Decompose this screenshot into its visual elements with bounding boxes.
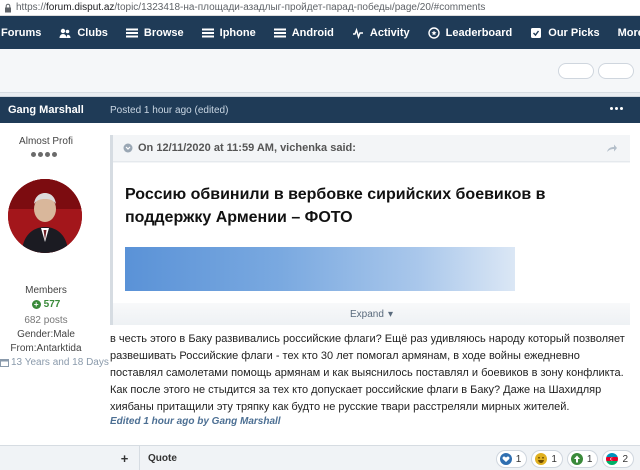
nav-android[interactable]: Android xyxy=(265,16,343,49)
iphone-icon xyxy=(201,27,214,39)
post-menu-icon[interactable] xyxy=(610,105,624,111)
gender-field: Gender:Male xyxy=(17,329,75,340)
location-field: From:Antarktida xyxy=(10,343,82,354)
nav-iphone[interactable]: Iphone xyxy=(193,16,265,49)
membership-duration: 13 Years and 18 Days xyxy=(0,357,109,368)
article-title[interactable]: Россию обвинили в вербовке сирийских бое… xyxy=(125,183,625,229)
post-footer: + Quote 1 1 1 2 xyxy=(0,445,640,470)
post-author-name[interactable]: Gang Marshall xyxy=(8,104,104,116)
reaction-flag[interactable]: 2 xyxy=(602,450,634,468)
reaction-thumbs-up[interactable]: 1 xyxy=(566,450,599,468)
member-group: Members xyxy=(25,285,67,296)
post-count: 682 posts xyxy=(24,315,68,326)
reaction-chip[interactable] xyxy=(558,63,594,79)
android-icon xyxy=(273,27,286,39)
nav-label: Browse xyxy=(143,26,184,39)
post-date[interactable]: Posted 1 hour ago (edited) xyxy=(110,105,228,116)
nav-leaderboard[interactable]: Leaderboard xyxy=(419,16,522,49)
reaction-count: 1 xyxy=(515,453,522,465)
leaderboard-icon xyxy=(427,26,440,39)
nav-label: Clubs xyxy=(77,26,108,39)
thumbs-up-icon xyxy=(570,453,583,465)
browser-url-bar[interactable]: https://forum.disput.az/topic/1323418-на… xyxy=(0,0,640,16)
calendar-icon xyxy=(0,358,9,367)
reputation-value: 577 xyxy=(43,299,61,310)
activity-icon xyxy=(352,27,364,39)
browse-icon xyxy=(125,27,138,39)
nav-label: Activity xyxy=(369,26,410,39)
nav-label: Our Picks xyxy=(548,26,600,39)
nav-forums[interactable]: Forums xyxy=(0,16,50,49)
main-nav: Forums Clubs Browse Iphone Android Activ… xyxy=(0,16,640,49)
quote-button[interactable]: Quote xyxy=(148,453,177,464)
rank-title: Almost Profi xyxy=(19,136,73,147)
edited-note: Edited 1 hour ago by Gang Marshall xyxy=(110,416,281,427)
picks-icon xyxy=(530,27,542,39)
reaction-count: 2 xyxy=(622,453,628,465)
previous-post-footer xyxy=(0,49,640,93)
forum-post: Gang Marshall Posted 1 hour ago (edited)… xyxy=(0,96,640,470)
days-label: 13 Years and 18 Days xyxy=(11,357,109,368)
quote-content: Россию обвинили в вербовке сирийских бое… xyxy=(113,163,630,325)
reputation-badge: + 577 xyxy=(0,299,92,310)
quote-header: On 12/11/2020 at 11:59 AM, vichenka said… xyxy=(113,135,630,162)
reaction-count: 1 xyxy=(586,453,593,465)
reaction-haha[interactable]: 1 xyxy=(531,450,563,468)
rank-pips xyxy=(31,152,57,157)
post-header: Gang Marshall Posted 1 hour ago (edited) xyxy=(0,97,640,123)
nav-label: Iphone xyxy=(219,26,256,39)
nav-our-picks[interactable]: Our Picks xyxy=(521,16,608,49)
nav-more[interactable]: More ▾ xyxy=(609,16,640,49)
expand-button[interactable]: Expand ▾ xyxy=(113,303,630,325)
nav-clubs[interactable]: Clubs xyxy=(50,16,117,49)
post-body: в честь этого в Баку развивались российс… xyxy=(110,333,625,413)
nav-label: Android xyxy=(291,26,334,39)
reaction-heart[interactable]: 1 xyxy=(495,450,528,468)
quote-citation: On 12/11/2020 at 11:59 AM, vichenka said… xyxy=(138,142,356,154)
article-image[interactable] xyxy=(125,247,515,291)
nav-label: Forums xyxy=(1,26,42,39)
plus-icon: + xyxy=(31,300,41,309)
lock-icon xyxy=(3,3,13,13)
nav-activity[interactable]: Activity xyxy=(343,16,419,49)
url-text: https://forum.disput.az/topic/1323418-на… xyxy=(16,2,486,13)
nav-label: More xyxy=(617,26,640,39)
avatar[interactable] xyxy=(8,179,82,253)
reactions-bar: 1 1 1 2 xyxy=(495,450,634,468)
previous-post-reactions xyxy=(558,63,634,79)
haha-icon xyxy=(535,453,548,465)
heart-icon xyxy=(499,453,512,465)
azerbaijan-flag-icon xyxy=(606,453,619,465)
chevron-down-icon: ▾ xyxy=(387,308,393,320)
expand-label: Expand xyxy=(350,308,384,320)
quote-icon xyxy=(123,143,133,153)
share-icon[interactable] xyxy=(606,143,618,153)
reaction-count: 1 xyxy=(551,453,557,465)
clubs-icon xyxy=(59,27,71,39)
nav-browse[interactable]: Browse xyxy=(117,16,193,49)
multiquote-button[interactable]: + xyxy=(110,445,140,470)
nav-label: Leaderboard xyxy=(445,26,513,39)
reaction-chip[interactable] xyxy=(598,63,634,79)
author-panel: Almost Profi Members + 577 682 posts Gen… xyxy=(0,123,110,368)
quote-block: On 12/11/2020 at 11:59 AM, vichenka said… xyxy=(110,135,630,325)
